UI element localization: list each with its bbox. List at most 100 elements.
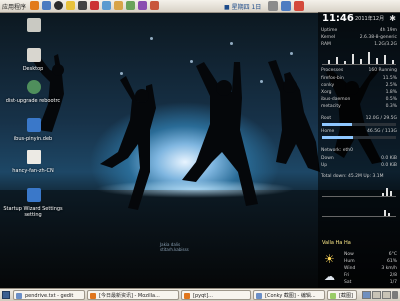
process-usage: 0.5% <box>385 97 397 102</box>
text-file-icon <box>27 150 41 164</box>
disk-usage-bar <box>322 136 396 139</box>
network-icon[interactable] <box>268 1 278 11</box>
conky-label: Kernel <box>321 35 336 40</box>
weather-label: Wind <box>344 266 356 271</box>
process-name: conky <box>321 83 335 88</box>
package-icon <box>27 80 41 94</box>
conky-label: Processes <box>321 68 344 73</box>
network-value: 0.0 KiB <box>381 156 397 161</box>
conky-label: Uptime <box>321 28 338 33</box>
firefox-icon <box>90 293 96 299</box>
conky-label: RAM <box>321 42 331 47</box>
taskbar-item[interactable]: [截图] <box>327 290 357 300</box>
network-totals: Total down: 45.2M Up: 3.1M <box>321 174 384 179</box>
wallpaper-caption: Jakia dalis stitarh.kabisss <box>160 242 189 252</box>
weather-value: 6°C <box>388 252 397 257</box>
map-icon[interactable] <box>150 1 159 10</box>
show-desktop-button[interactable] <box>2 291 10 299</box>
desktop-icon-label: Startup Wizard Settings setting <box>3 206 63 218</box>
trash-icon[interactable] <box>392 291 398 299</box>
process-name: Xorg <box>321 90 332 95</box>
music-icon[interactable] <box>90 1 99 10</box>
applications-menu[interactable]: 应用程序 <box>2 2 26 11</box>
firefox-icon <box>184 293 190 299</box>
calendar-icon[interactable] <box>102 1 111 10</box>
disk-label: Home <box>321 129 335 134</box>
player-icon[interactable] <box>138 1 147 10</box>
weather-label: Now <box>344 252 354 257</box>
weather-value: 61% <box>386 259 397 264</box>
bottom-panel: pendrive.txt - gedit [今日最新资讯] - Mozilla.… <box>0 288 400 301</box>
taskbar-item[interactable]: [Conky 截图] - 编辑... <box>253 290 325 300</box>
folder-icon <box>27 48 41 62</box>
text-editor-icon <box>256 293 262 299</box>
folder-icon <box>27 18 41 32</box>
disk-label: Root <box>321 116 332 121</box>
taskbar-item-label: [pyqt]... <box>193 293 213 299</box>
network-label: Down <box>321 156 334 161</box>
cloud-icon: ☁ <box>324 270 335 283</box>
conky-date: 2011年12月 <box>355 16 385 22</box>
disk-usage-bar <box>322 123 396 126</box>
firefox-icon[interactable] <box>30 1 39 10</box>
settings-gear-icon: ✱ <box>389 14 396 23</box>
process-usage: 11.5% <box>382 76 397 81</box>
taskbar-item[interactable]: [pyqt]... <box>181 290 251 300</box>
mail-icon[interactable] <box>42 1 51 10</box>
panel-clock[interactable]: ■ 星期四 1日 <box>224 2 261 11</box>
weather-label: Fri <box>344 273 350 278</box>
conky-value: 2.6.38-8-generic <box>359 35 397 40</box>
network-graph <box>322 204 396 217</box>
shield-icon[interactable] <box>126 1 135 10</box>
weather-value: 1/7 <box>389 280 397 285</box>
weather-title: Valla Ha Ha <box>322 240 351 246</box>
workspace-2[interactable] <box>372 291 381 299</box>
network-label: Network: eth0 <box>321 148 353 153</box>
chat-icon[interactable] <box>66 1 75 10</box>
disk-value: 12.0G / 29.5G <box>365 116 397 121</box>
conky-value: 1.2G/3.2G <box>374 42 397 47</box>
desktop-icon-label: ibus-pinyin.deb <box>13 136 53 142</box>
disk-value: 46.5G / 113G <box>367 129 397 134</box>
weather-label: Sat <box>344 280 352 285</box>
taskbar-item-label: [截图] <box>339 293 353 299</box>
conky-time: 11:46 <box>322 13 354 24</box>
text-editor-icon <box>16 293 22 299</box>
process-name: ibus-daemon <box>321 97 351 102</box>
taskbar-item-label: [Conky 截图] - 编辑... <box>265 293 316 299</box>
process-usage: 2.5% <box>385 83 397 88</box>
desktop-icon-label: Desktop <box>22 66 44 72</box>
cpu-graph <box>322 48 396 65</box>
network-value: 0.0 KiB <box>381 163 397 168</box>
taskbar-item[interactable]: pendrive.txt - gedit <box>13 290 85 300</box>
process-usage: 0.3% <box>385 104 397 109</box>
taskbar-item-label: pendrive.txt - gedit <box>25 293 74 299</box>
weather-value: 2/8 <box>389 273 397 278</box>
weather-label: Hum <box>344 259 355 264</box>
conky-value: 160 Running <box>368 68 397 73</box>
folder-icon[interactable] <box>114 1 123 10</box>
taskbar-item-label: [今日最新资讯] - Mozilla... <box>99 293 160 299</box>
desktop-icon-label: hancy-fan-zh-CN <box>12 168 54 174</box>
deb-package-icon <box>27 188 41 202</box>
workspace-3[interactable] <box>382 291 391 299</box>
power-icon[interactable] <box>294 1 304 11</box>
screenshot-icon <box>330 293 336 299</box>
workspace-1[interactable] <box>362 291 371 299</box>
volume-icon[interactable] <box>281 1 291 11</box>
conky-monitor: 11:46 2011年12月 ✱ Uptime 4h 19m Kernel 2.… <box>318 12 400 288</box>
terminal-icon[interactable] <box>78 1 87 10</box>
network-graph <box>322 184 396 197</box>
taskbar-item[interactable]: [今日最新资讯] - Mozilla... <box>87 290 179 300</box>
process-name: metacity <box>321 104 341 109</box>
sun-icon: ☀ <box>324 252 335 266</box>
process-usage: 1.8% <box>385 90 397 95</box>
deb-package-icon <box>27 118 41 132</box>
weather-value: 3 km/h <box>381 266 397 271</box>
network-label: Up <box>321 163 328 168</box>
qq-icon[interactable] <box>54 1 63 10</box>
process-name: firefox-bin <box>321 76 344 81</box>
conky-value: 4h 19m <box>379 28 397 33</box>
desktop-icon-label: dist-upgrade rebootrc <box>5 98 61 104</box>
wallpaper-caption-line: stitarh.kabisss <box>160 247 189 252</box>
